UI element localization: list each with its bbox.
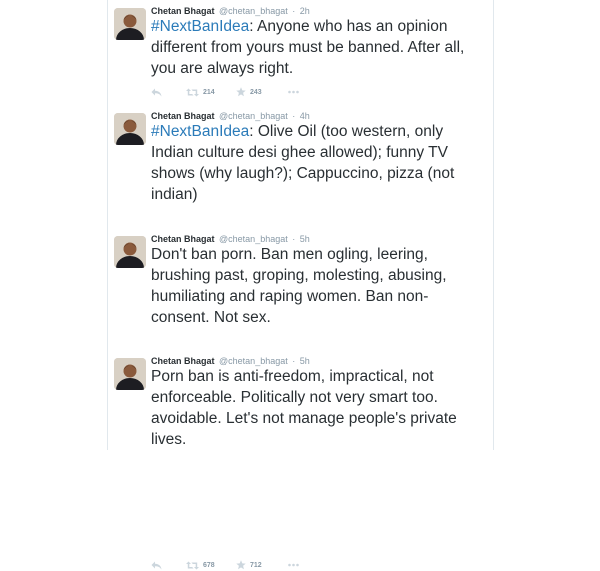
retweet-count: 214 [203, 88, 215, 96]
author-handle[interactable]: @chetan_bhagat [219, 111, 288, 121]
timestamp[interactable]: 2h [300, 6, 310, 16]
favorite-button[interactable]: 243 [236, 86, 262, 98]
avatar[interactable] [114, 236, 146, 268]
avatar-photo-icon [114, 113, 146, 145]
tweet-text: #NextBanIdea: Anyone who has an opinion … [151, 16, 486, 79]
retweet-count: 678 [203, 561, 215, 569]
author-name[interactable]: Chetan Bhagat [151, 6, 215, 16]
avatar[interactable] [114, 113, 146, 145]
separator-dot: · [292, 111, 296, 121]
star-icon [236, 87, 246, 97]
timestamp[interactable]: 4h [300, 111, 310, 121]
favorite-button[interactable]: 712 [236, 559, 262, 571]
more-dots-icon [288, 90, 299, 94]
reply-button[interactable] [151, 86, 162, 98]
tweet-text: Don't ban porn. Ban men ogling, leering,… [151, 246, 447, 326]
avatar-photo-icon [114, 8, 146, 40]
timestamp[interactable]: 5h [300, 234, 310, 244]
author-handle[interactable]: @chetan_bhagat [219, 356, 288, 366]
hashtag-link[interactable]: #NextBanIdea [151, 123, 249, 140]
author-handle[interactable]: @chetan_bhagat [219, 234, 288, 244]
avatar[interactable] [114, 8, 146, 40]
retweet-button[interactable]: 214 [186, 86, 215, 98]
author-handle[interactable]: @chetan_bhagat [219, 6, 288, 16]
hashtag-link[interactable]: #NextBanIdea [151, 18, 249, 35]
avatar-photo-icon [114, 236, 146, 268]
timestamp[interactable]: 5h [300, 356, 310, 366]
more-button[interactable] [288, 559, 299, 571]
tweet[interactable]: Chetan Bhagat @chetan_bhagat · 5h Don't … [108, 228, 493, 570]
retweet-button[interactable]: 678 [186, 559, 215, 571]
tweet-text: #NextBanIdea: Olive Oil (too western, on… [151, 121, 486, 205]
tweet[interactable]: Chetan Bhagat @chetan_bhagat · 2h #NextB… [108, 0, 493, 106]
favorite-count: 712 [250, 561, 262, 569]
separator-dot: · [292, 6, 296, 16]
star-icon [236, 560, 246, 570]
tweet[interactable]: Chetan Bhagat @chetan_bhagat · 4h #NextB… [108, 105, 493, 325]
more-dots-icon [288, 563, 299, 567]
avatar-photo-icon [114, 358, 146, 390]
retweet-icon [186, 561, 199, 569]
reply-icon [151, 561, 162, 569]
favorite-count: 243 [250, 88, 262, 96]
tweet[interactable]: Chetan Bhagat @chetan_bhagat · 5h Porn b… [108, 350, 493, 450]
separator-dot: · [292, 356, 296, 366]
author-name[interactable]: Chetan Bhagat [151, 111, 215, 121]
author-name[interactable]: Chetan Bhagat [151, 234, 215, 244]
author-name[interactable]: Chetan Bhagat [151, 356, 215, 366]
tweet-feed: Chetan Bhagat @chetan_bhagat · 2h #NextB… [107, 0, 494, 570]
reply-icon [151, 88, 162, 96]
separator-dot: · [292, 234, 296, 244]
tweet-text: Porn ban is anti-freedom, impractical, n… [151, 368, 457, 448]
more-button[interactable] [288, 86, 299, 98]
retweet-icon [186, 88, 199, 96]
reply-button[interactable] [151, 559, 162, 571]
avatar[interactable] [114, 358, 146, 390]
